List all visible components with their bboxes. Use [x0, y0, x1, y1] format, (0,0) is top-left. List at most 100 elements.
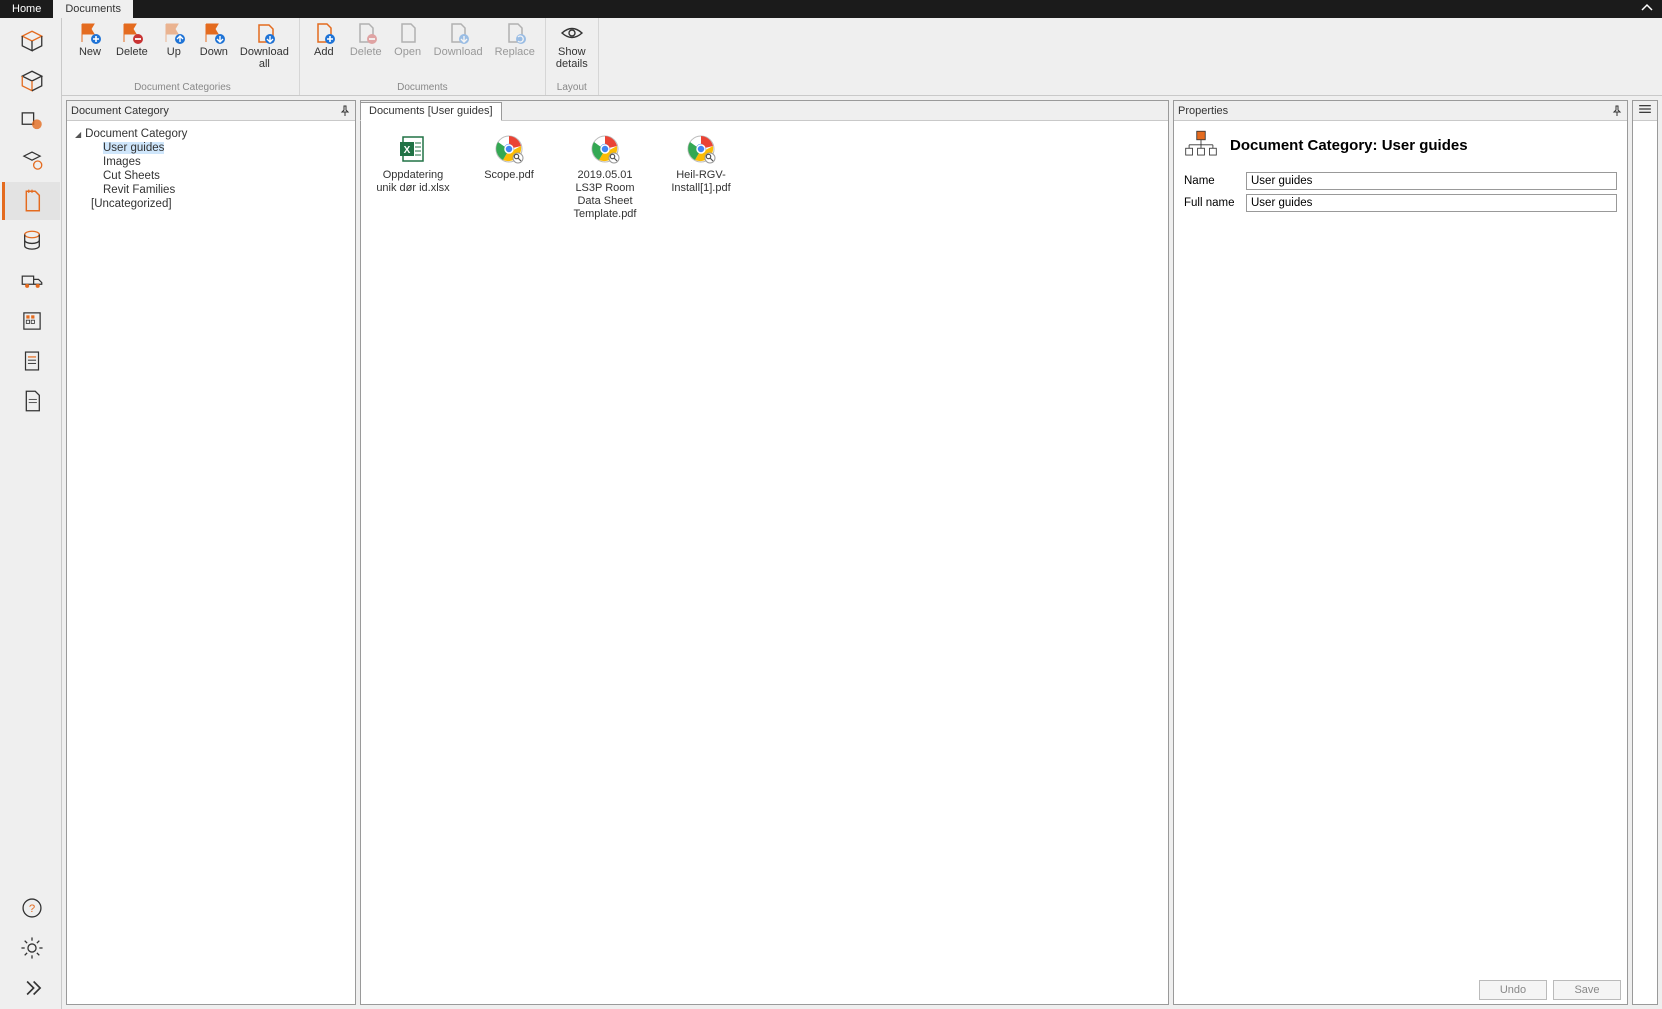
panel-collapsed[interactable]	[1632, 100, 1658, 1005]
ribbon-delete-category-button[interactable]: Delete	[112, 20, 152, 82]
ribbon-download-label: Download	[434, 46, 483, 58]
flag-up-icon	[161, 22, 187, 44]
tree-item-uncategorized[interactable]: [Uncategorized]	[71, 197, 351, 211]
tab-home[interactable]: Home	[0, 0, 53, 18]
nav-sheet[interactable]	[2, 382, 60, 420]
document-item[interactable]: 2019.05.01 LS3P Room Data Sheet Template…	[565, 133, 645, 221]
nav-truck[interactable]	[2, 262, 60, 300]
properties-heading: Document Category: User guides	[1230, 137, 1468, 154]
document-item[interactable]: X Oppdatering unik dør id.xlsx	[373, 133, 453, 195]
nav-components[interactable]	[2, 142, 60, 180]
nav-cube-2[interactable]	[2, 62, 60, 100]
properties-body: Document Category: User guides Name Full…	[1174, 121, 1627, 976]
doc-minus-icon	[353, 22, 379, 44]
save-button[interactable]: Save	[1553, 980, 1621, 1000]
ribbon: New Delete Up	[62, 18, 1662, 96]
ribbon-down-label: Down	[200, 46, 228, 58]
prop-name-label: Name	[1184, 175, 1238, 187]
tree-item-revit-families[interactable]: Revit Families	[71, 183, 351, 197]
panel-props-title: Properties	[1178, 105, 1611, 117]
nav-expand[interactable]	[2, 969, 60, 1007]
ribbon-new-label: New	[79, 46, 101, 58]
tree-item-images[interactable]: Images	[71, 155, 351, 169]
ribbon-replace-label: Replace	[495, 46, 535, 58]
chrome-pdf-icon	[493, 133, 525, 165]
pin-icon[interactable]	[1611, 105, 1623, 117]
ribbon-delete-document-label: Delete	[350, 46, 382, 58]
panel-docs-header: Documents [User guides]	[361, 101, 1168, 121]
prop-fullname-label: Full name	[1184, 197, 1238, 209]
ribbon-group-caption-2: Documents	[397, 82, 448, 95]
ribbon-group-caption-3: Layout	[557, 82, 587, 95]
ribbon-show-details-label: Show details	[556, 46, 588, 70]
panel-docs-title-tab[interactable]: Documents [User guides]	[360, 102, 502, 121]
ribbon-collapse-icon[interactable]	[1640, 2, 1654, 16]
document-filename: 2019.05.01 LS3P Room Data Sheet Template…	[565, 169, 645, 221]
pin-icon[interactable]	[339, 105, 351, 117]
tab-strip: Home Documents	[0, 0, 1662, 18]
ribbon-new-button[interactable]: New	[72, 20, 108, 82]
prop-fullname-input[interactable]	[1246, 194, 1617, 212]
nav-settings[interactable]	[2, 929, 60, 967]
document-item[interactable]: Heil-RGV-Install[1].pdf	[661, 133, 741, 195]
panel-tree-title: Document Category	[71, 105, 339, 117]
properties-footer: Undo Save	[1174, 976, 1627, 1004]
ribbon-open-label: Open	[394, 46, 421, 58]
panel-props-header: Properties	[1174, 101, 1627, 121]
chrome-pdf-icon	[589, 133, 621, 165]
ribbon-open-button[interactable]: Open	[390, 20, 426, 82]
ribbon-group-document-categories: New Delete Up	[66, 18, 300, 95]
nav-help[interactable]: ?	[2, 889, 60, 927]
nav-building[interactable]	[2, 302, 60, 340]
flag-minus-icon	[119, 22, 145, 44]
prop-name-input[interactable]	[1246, 172, 1617, 190]
tab-documents[interactable]: Documents	[53, 0, 133, 18]
doc-plus-icon	[311, 22, 337, 44]
ribbon-download-button[interactable]: Download	[430, 20, 487, 82]
svg-text:?: ?	[29, 903, 35, 915]
ribbon-replace-button[interactable]: Replace	[491, 20, 539, 82]
nav-database[interactable]	[2, 222, 60, 260]
panel-documents: Documents [User guides] X Oppdatering uni…	[360, 100, 1169, 1005]
document-filename: Oppdatering unik dør id.xlsx	[373, 169, 453, 195]
ribbon-download-all-label: Download all	[240, 46, 289, 70]
ribbon-delete-category-label: Delete	[116, 46, 148, 58]
nav-report[interactable]	[2, 342, 60, 380]
panel-properties: Properties Document Category: User guide…	[1173, 100, 1628, 1005]
doc-replace-icon	[502, 22, 528, 44]
hierarchy-icon	[1184, 129, 1218, 162]
panel-tree-header: Document Category	[67, 101, 355, 121]
ribbon-up-button[interactable]: Up	[156, 20, 192, 82]
tree-root[interactable]: Document Category	[71, 127, 351, 141]
nav-cube-1[interactable]	[2, 22, 60, 60]
ribbon-delete-document-button[interactable]: Delete	[346, 20, 386, 82]
ribbon-add-label: Add	[314, 46, 334, 58]
ribbon-group-caption-1: Document Categories	[134, 82, 231, 95]
document-filename: Heil-RGV-Install[1].pdf	[661, 169, 741, 195]
left-navigation: ?	[0, 18, 62, 1009]
chrome-pdf-icon	[685, 133, 717, 165]
doc-open-icon	[395, 22, 421, 44]
flag-plus-icon	[77, 22, 103, 44]
nav-products[interactable]	[2, 102, 60, 140]
ribbon-download-all-button[interactable]: Download all	[236, 20, 293, 82]
document-filename: Scope.pdf	[484, 169, 534, 182]
svg-text:X: X	[404, 145, 411, 156]
category-tree: Document Category User guides Images Cut…	[67, 121, 355, 217]
ribbon-group-documents: Add Delete Open	[300, 18, 546, 95]
nav-documents[interactable]	[2, 182, 60, 220]
ribbon-down-button[interactable]: Down	[196, 20, 232, 82]
tree-item-cut-sheets[interactable]: Cut Sheets	[71, 169, 351, 183]
ribbon-up-label: Up	[167, 46, 181, 58]
undo-button[interactable]: Undo	[1479, 980, 1547, 1000]
document-item[interactable]: Scope.pdf	[469, 133, 549, 182]
ribbon-add-button[interactable]: Add	[306, 20, 342, 82]
excel-icon: X	[397, 133, 429, 165]
document-grid: X Oppdatering unik dør id.xlsx Scope.pdf 20…	[361, 121, 1168, 233]
doc-download-icon	[445, 22, 471, 44]
ribbon-show-details-button[interactable]: Show details	[552, 20, 592, 82]
eye-icon	[559, 22, 585, 44]
list-view-icon[interactable]	[1637, 104, 1653, 117]
clip-download-all-icon	[251, 22, 277, 44]
tree-item-user-guides[interactable]: User guides	[71, 141, 351, 155]
